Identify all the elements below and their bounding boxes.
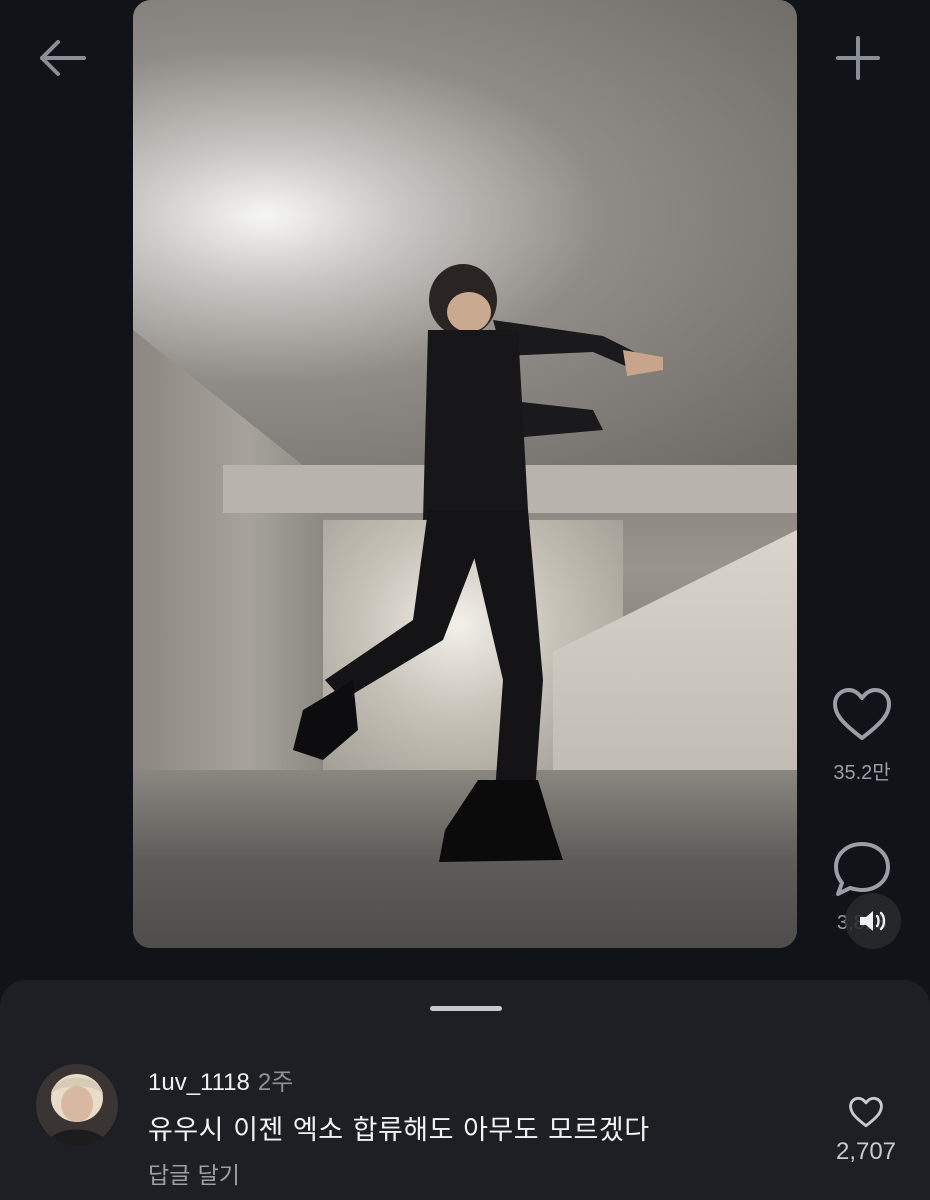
comment-text: 유우시 이젠 엑소 합류해도 아무도 모르겠다 [148,1115,650,1146]
add-button[interactable] [830,30,886,86]
sound-toggle-button[interactable] [845,893,901,949]
heart-outline-icon [833,688,891,740]
drag-handle[interactable] [430,1006,502,1011]
comment-sheet: 1uv_1118 2주 유우시 이젠 엑소 합류해도 아무도 모르겠다 답글 달기… [0,980,930,1200]
like-action[interactable]: 35.2만 [810,686,914,785]
plus-icon [836,36,880,80]
heart-outline-icon [849,1096,883,1128]
dancer-figure [293,264,663,862]
avatar[interactable] [36,1064,118,1146]
comment-meta: 1uv_1118 2주 [148,1062,293,1097]
speaker-icon [860,911,886,931]
reply-button[interactable]: 답글 달기 [148,1156,240,1190]
like-count: 35.2만 [833,762,891,784]
avatar-image [36,1064,118,1146]
comment-username[interactable]: 1uv_1118 [148,1069,250,1096]
speech-bubble-icon [834,842,890,896]
comment-time: 2주 [257,1069,294,1096]
arrow-left-icon [40,40,86,76]
comment-like-count: 2,707 [835,1138,897,1165]
back-button[interactable] [34,30,90,86]
comment-like-button[interactable]: 2,707 [830,1096,902,1166]
video-player[interactable] [133,0,797,948]
